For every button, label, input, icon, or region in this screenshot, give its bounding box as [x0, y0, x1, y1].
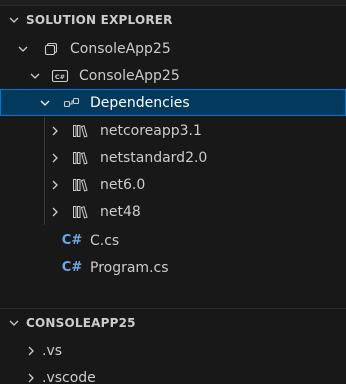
tree-item-framework[interactable]: net48 [0, 198, 346, 225]
chevron-down-icon [15, 41, 31, 57]
tree-item-label: ConsoleApp25 [79, 67, 180, 84]
section-divider [0, 308, 346, 309]
framework-library-icon [72, 123, 90, 139]
chevron-right-icon [47, 123, 63, 139]
tree-item-file[interactable]: C# Program.cs [0, 254, 346, 281]
tree-item-dependencies[interactable]: Dependencies [0, 89, 346, 116]
sidebar-panel: SOLUTION EXPLORER ConsoleApp25 C# Consol… [0, 0, 346, 384]
tree-item-label: .vs [42, 342, 63, 359]
framework-library-icon [72, 177, 90, 193]
tree-item-label: Program.cs [90, 259, 169, 276]
solution-explorer-header[interactable]: SOLUTION EXPLORER [0, 7, 346, 33]
chevron-right-icon [23, 370, 39, 384]
chevron-right-icon [23, 343, 39, 359]
tree-item-label: net48 [100, 203, 141, 220]
chevron-down-icon [37, 95, 53, 111]
explorer-section-title: CONSOLEAPP25 [26, 316, 136, 330]
tree-item-label: C.cs [90, 232, 120, 249]
dependencies-icon [63, 95, 81, 111]
tab-strip-remnant [0, 0, 346, 6]
tree-item-framework[interactable]: netcoreapp3.1 [0, 117, 346, 144]
tree-item-folder[interactable]: .vs [0, 337, 346, 364]
solution-icon [42, 41, 60, 57]
tree-item-framework[interactable]: net6.0 [0, 171, 346, 198]
chevron-down-icon [4, 14, 24, 26]
framework-library-icon [72, 204, 90, 220]
tree-item-label: ConsoleApp25 [70, 40, 171, 57]
chevron-right-icon [47, 150, 63, 166]
csharp-project-icon: C# [51, 68, 69, 84]
chevron-right-icon [47, 177, 63, 193]
tree-item-file[interactable]: C# C.cs [0, 227, 346, 254]
tree-item-label: net6.0 [100, 176, 146, 193]
csharp-file-icon: C# [61, 259, 83, 275]
tree-item-label: netstandard2.0 [100, 149, 208, 166]
tree-item-framework[interactable]: netstandard2.0 [0, 144, 346, 171]
framework-library-icon [72, 150, 90, 166]
chevron-down-icon [4, 317, 24, 329]
chevron-right-icon [47, 204, 63, 220]
explorer-section-header[interactable]: CONSOLEAPP25 [0, 310, 346, 336]
tree-item-label: netcoreapp3.1 [100, 122, 202, 139]
tree-item-label: .vscode [42, 369, 96, 384]
svg-text:C#: C# [55, 73, 65, 81]
tree-item-label: Dependencies [90, 94, 190, 111]
csharp-file-icon: C# [61, 232, 83, 248]
tree-item-folder[interactable]: .vscode [0, 364, 346, 384]
solution-explorer-title: SOLUTION EXPLORER [26, 13, 173, 27]
chevron-down-icon [27, 68, 43, 84]
tree-item-solution[interactable]: ConsoleApp25 [0, 35, 346, 62]
tree-item-project[interactable]: C# ConsoleApp25 [0, 62, 346, 89]
